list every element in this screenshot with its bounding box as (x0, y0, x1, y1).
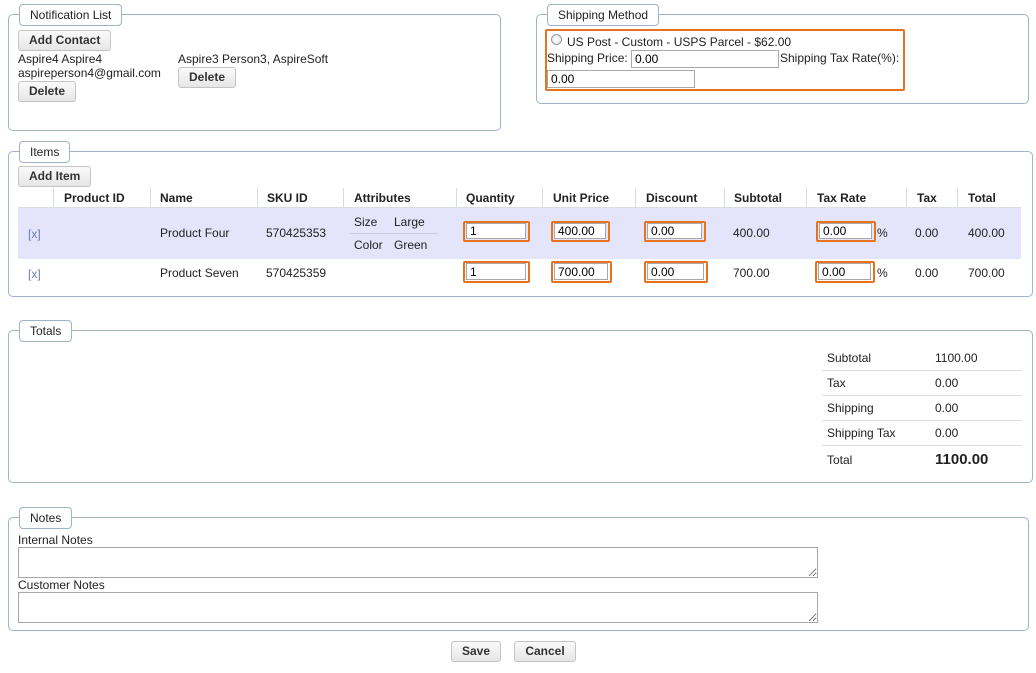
shipping-method-legend: Shipping Method (547, 4, 660, 26)
attribute-value: Large (394, 215, 425, 229)
shipping-price-label: Shipping Price: (547, 51, 628, 65)
row-total: 400.00 (968, 226, 1005, 240)
contact-name: Aspire3 Person3, AspireSoft (178, 52, 329, 66)
shipping-price-input[interactable] (631, 50, 779, 68)
totals-shipping-tax-label: Shipping Tax (827, 426, 896, 440)
column-header-discount: Discount (646, 191, 698, 205)
column-header-name: Name (160, 191, 193, 205)
column-header-attributes: Attributes (354, 191, 411, 205)
totals-shipping-value: 0.00 (935, 401, 959, 415)
remove-item-link[interactable]: [x] (28, 227, 41, 241)
attribute-value: Green (394, 238, 428, 252)
cancel-button[interactable]: Cancel (514, 641, 576, 662)
column-divider (957, 188, 958, 208)
shipping-tax-rate-input[interactable] (547, 70, 695, 88)
totals-subtotal-value: 1100.00 (935, 351, 978, 365)
percent-sign: % (877, 226, 888, 240)
column-header-product-id: Product ID (64, 191, 125, 205)
totals-divider (822, 370, 1022, 371)
tax-rate-input[interactable] (819, 223, 872, 239)
totals-panel: Totals (8, 320, 1033, 483)
attribute-key: Color (354, 238, 383, 252)
column-header-tax: Tax (917, 191, 937, 205)
customer-notes-textarea[interactable] (18, 592, 818, 623)
add-contact-button[interactable]: Add Contact (18, 30, 112, 51)
delete-contact-button[interactable]: Delete (18, 81, 77, 102)
internal-notes-textarea[interactable] (18, 547, 818, 578)
totals-shipping-tax-value: 0.00 (935, 426, 959, 440)
column-divider (635, 188, 636, 208)
unit-price-input[interactable] (554, 223, 606, 239)
totals-tax-value: 0.00 (935, 376, 959, 390)
column-divider (806, 188, 807, 208)
column-divider (53, 188, 54, 208)
quantity-input[interactable] (466, 263, 526, 280)
shipping-tax-rate-label: Shipping Tax Rate(%): (780, 51, 900, 65)
totals-total-label: Total (827, 453, 853, 467)
row-total: 700.00 (968, 266, 1005, 280)
row-tax: 0.00 (915, 266, 939, 280)
sku-id: 570425359 (266, 266, 327, 280)
items-legend: Items (19, 141, 71, 163)
notification-list-legend: Notification List (19, 4, 123, 26)
totals-divider (822, 445, 1022, 446)
totals-legend: Totals (19, 320, 73, 342)
totals-total-value: 1100.00 (935, 451, 989, 468)
row-subtotal: 700.00 (733, 266, 770, 280)
product-name: Product Seven (160, 266, 239, 280)
column-header-quantity: Quantity (466, 191, 515, 205)
totals-divider (822, 420, 1022, 421)
add-item-button[interactable]: Add Item (18, 166, 92, 187)
attribute-key: Size (354, 215, 378, 229)
customer-notes-label: Customer Notes (18, 578, 105, 592)
internal-notes-label: Internal Notes (18, 533, 93, 547)
column-divider (542, 188, 543, 208)
column-header-tax-rate: Tax Rate (817, 191, 867, 205)
column-divider (906, 188, 907, 208)
column-header-unit-price: Unit Price (553, 191, 610, 205)
column-divider (343, 188, 344, 208)
header-divider (18, 207, 1021, 208)
row-tax: 0.00 (915, 226, 939, 240)
totals-shipping-label: Shipping (827, 401, 874, 415)
column-divider (456, 188, 457, 208)
column-header-subtotal: Subtotal (734, 191, 782, 205)
product-name: Product Four (160, 226, 230, 240)
attribute-divider (350, 233, 438, 234)
contact-email: aspireperson4@gmail.com (18, 66, 161, 80)
discount-input[interactable] (647, 263, 704, 280)
remove-item-link[interactable]: [x] (28, 267, 41, 281)
quantity-input[interactable] (466, 223, 526, 239)
totals-divider (822, 395, 1022, 396)
column-divider (257, 188, 258, 208)
delete-contact-button[interactable]: Delete (178, 67, 237, 88)
totals-subtotal-label: Subtotal (827, 351, 872, 365)
column-header-sku-id: SKU ID (267, 191, 308, 205)
percent-sign: % (877, 266, 888, 280)
tax-rate-input[interactable] (818, 263, 871, 280)
column-divider (150, 188, 151, 208)
column-header-total: Total (968, 191, 996, 205)
shipping-option-radio[interactable] (551, 34, 562, 45)
contact-name: Aspire4 Aspire4 (18, 52, 103, 66)
totals-tax-label: Tax (827, 376, 846, 390)
save-button[interactable]: Save (451, 641, 501, 662)
notes-legend: Notes (19, 507, 73, 529)
unit-price-input[interactable] (554, 263, 608, 280)
discount-input[interactable] (647, 223, 702, 239)
column-divider (724, 188, 725, 208)
row-subtotal: 400.00 (733, 226, 770, 240)
shipping-option-label[interactable]: US Post - Custom - USPS Parcel - $62.00 (567, 35, 791, 49)
sku-id: 570425353 (266, 226, 327, 240)
